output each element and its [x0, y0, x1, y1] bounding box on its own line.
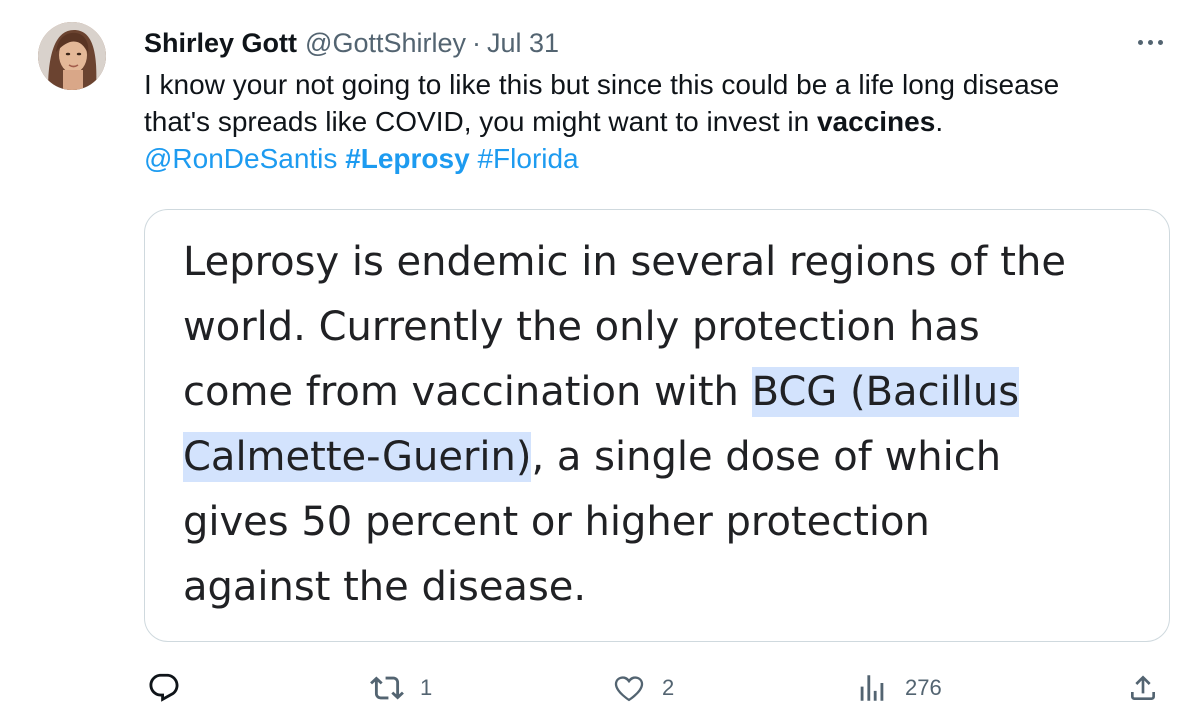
avatar-image: [38, 22, 106, 90]
reply-button[interactable]: [147, 670, 197, 706]
author-name[interactable]: Shirley Gott: [144, 28, 297, 59]
highlighted-text: BCG (Bacillus: [751, 367, 1020, 417]
retweet-icon: [370, 676, 404, 700]
tweet-line-3: @RonDeSantis #Leprosy #Florida: [144, 140, 1174, 177]
like-icon: [614, 676, 644, 702]
share-button[interactable]: [1127, 670, 1159, 706]
quote-line-4-text: , a single dose of which: [531, 434, 1002, 480]
action-bar: 1 2 276: [0, 660, 1192, 716]
retweet-button[interactable]: 1: [370, 670, 432, 706]
views-button[interactable]: 276: [855, 670, 942, 706]
quote-line-3: come from vaccination with BCG (Bacillus: [183, 360, 1153, 425]
tweet-line-2-end: .: [935, 106, 944, 137]
avatar[interactable]: [38, 22, 106, 90]
quote-line-3-text: come from vaccination with: [183, 369, 752, 415]
more-icon[interactable]: [1130, 30, 1170, 54]
reply-icon: [149, 673, 179, 702]
media-card[interactable]: Leprosy is endemic in several regions of…: [144, 209, 1170, 642]
separator-dot: ·: [472, 27, 481, 58]
tweet-date[interactable]: Jul 31: [487, 28, 559, 59]
tweet[interactable]: Shirley Gott @GottShirley · Jul 31 I kno…: [0, 0, 1192, 722]
tweet-line-2-text: that's spreads like COVID, you might wan…: [144, 106, 817, 137]
quote-line-5: gives 50 percent or higher protection: [183, 499, 930, 545]
quote-line-6: against the disease.: [183, 564, 587, 610]
bold-keyword: vaccines: [816, 106, 936, 137]
hashtag-leprosy[interactable]: #Leprosy: [345, 143, 470, 174]
author-handle[interactable]: @GottShirley: [305, 28, 466, 59]
hashtag-florida[interactable]: #Florida: [477, 143, 578, 174]
share-icon: [1131, 675, 1155, 700]
like-count: 2: [662, 675, 675, 700]
tweet-line-2: that's spreads like COVID, you might wan…: [144, 103, 1174, 140]
like-button[interactable]: 2: [612, 670, 674, 706]
highlighted-text: Calmette-Guerin): [183, 432, 532, 482]
quote-line-4: Calmette-Guerin), a single dose of which: [183, 425, 1153, 490]
tweet-text: I know your not going to like this but s…: [144, 66, 1174, 177]
tweet-line-1: I know your not going to like this but s…: [144, 69, 1060, 100]
quote-line-1: Leprosy is endemic in several regions of…: [183, 239, 1066, 285]
views-count: 276: [905, 675, 942, 700]
retweet-count: 1: [420, 675, 433, 700]
quote-text: Leprosy is endemic in several regions of…: [183, 230, 1153, 620]
mention-link[interactable]: @RonDeSantis: [144, 143, 337, 174]
views-icon: [860, 675, 884, 701]
tweet-header: Shirley Gott @GottShirley · Jul 31: [144, 26, 559, 60]
quote-line-2: world. Currently the only protection has: [183, 304, 980, 350]
